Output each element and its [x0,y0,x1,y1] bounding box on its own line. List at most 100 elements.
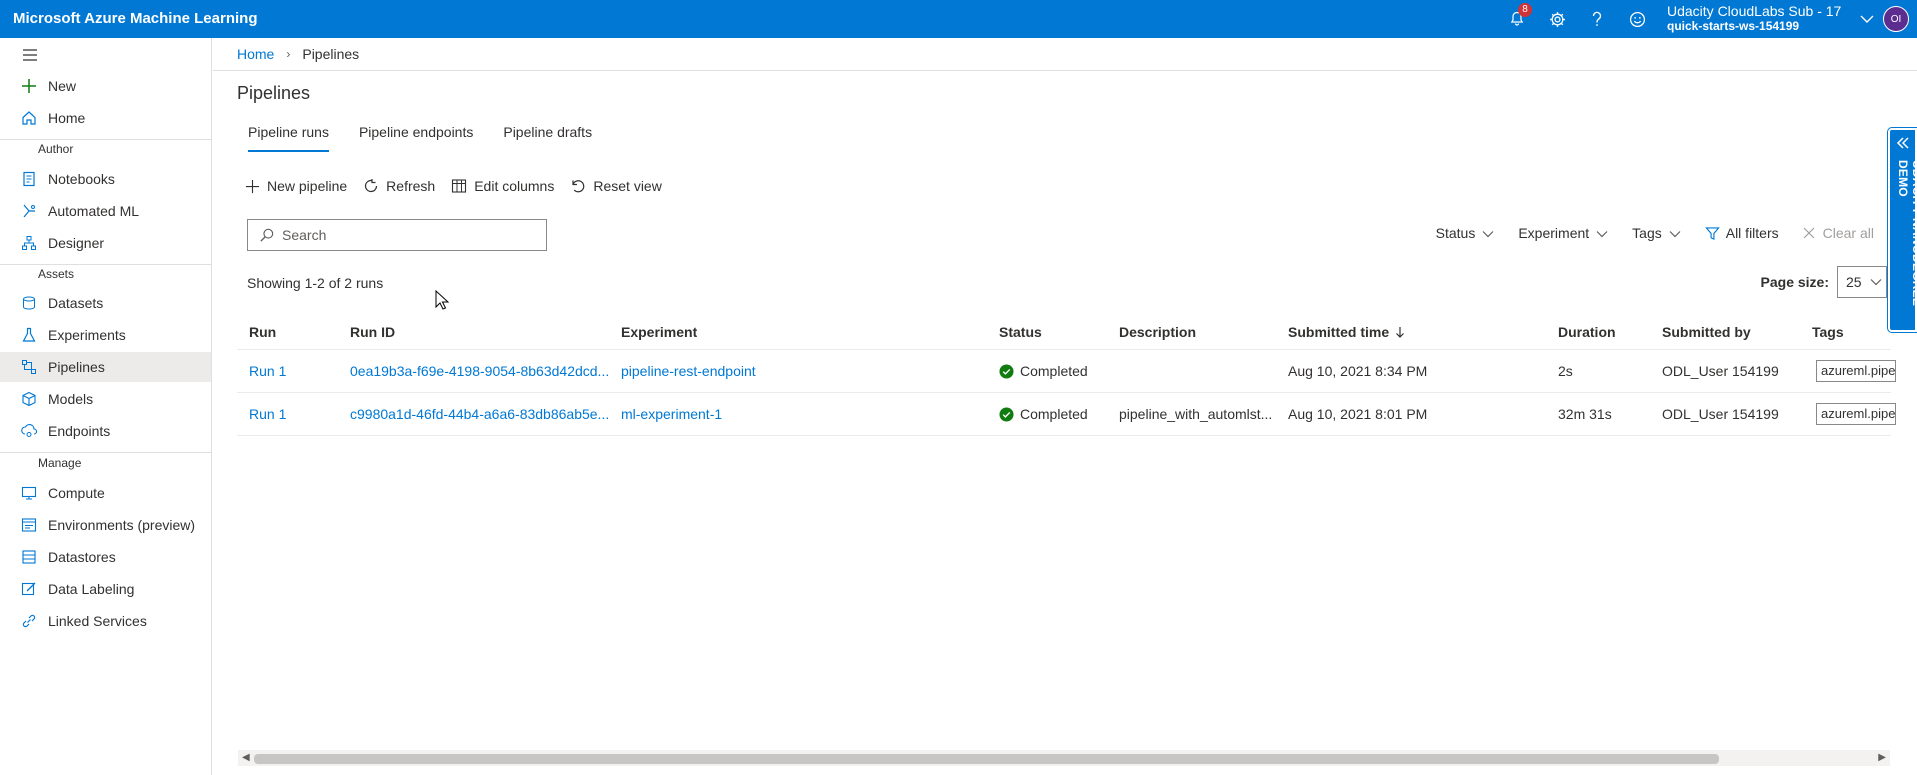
sidebar-item-home[interactable]: Home [0,103,211,133]
environment-icon [20,516,38,534]
edit-columns-button[interactable]: Edit columns [451,178,554,194]
sidebar-item-linked-services[interactable]: Linked Services [0,606,211,636]
column-header-status[interactable]: Status [999,324,1042,340]
reset-view-label: Reset view [593,178,662,194]
search-input[interactable] [282,227,532,243]
sidebar-item-pipelines[interactable]: Pipelines [0,352,211,382]
status-cell: Completed [999,406,1088,422]
tab-pipeline-drafts[interactable]: Pipeline drafts [503,124,592,152]
experiment-filter-dropdown[interactable]: Experiment [1518,225,1608,241]
tab-pipeline-runs[interactable]: Pipeline runs [248,124,329,152]
endpoint-icon [20,422,38,440]
notification-badge: 8 [1518,3,1532,17]
sidebar-item-label: Pipelines [48,359,105,375]
help-button[interactable] [1577,0,1617,38]
search-icon [260,228,274,242]
sidebar-section-author: Author [38,142,74,156]
horizontal-scrollbar[interactable]: ◀ ▶ [238,750,1890,766]
sidebar-item-experiments[interactable]: Experiments [0,320,211,350]
reset-view-button[interactable]: Reset view [570,178,662,194]
scroll-left-icon[interactable]: ◀ [242,752,250,763]
column-header-duration[interactable]: Duration [1558,324,1616,340]
datastore-icon [20,548,38,566]
status-filter-label: Status [1435,225,1476,241]
column-header-description[interactable]: Description [1119,324,1196,340]
sidebar-item-label: Datastores [48,549,116,565]
clear-all-label: Clear all [1822,225,1874,241]
account-switcher[interactable]: Udacity CloudLabs Sub - 17 quick-starts-… [1657,4,1857,34]
scroll-right-icon[interactable]: ▶ [1878,752,1886,763]
run-link[interactable]: Run 1 [249,406,286,422]
sidebar-item-label: Models [48,391,94,407]
new-pipeline-button[interactable]: New pipeline [245,178,347,194]
run-link[interactable]: Run 1 [249,363,286,379]
column-header-experiment[interactable]: Experiment [621,324,697,340]
account-name: Udacity CloudLabs Sub - 17 [1667,3,1842,19]
filter-icon [1704,226,1720,241]
sidebar-item-data-labeling[interactable]: Data Labeling [0,574,211,604]
sidebar-section-manage: Manage [38,456,82,470]
scrollbar-thumb[interactable] [254,754,1719,764]
tags-filter-dropdown[interactable]: Tags [1632,225,1681,241]
chevron-down-icon [1870,278,1882,286]
column-header-run[interactable]: Run [249,324,276,340]
sidebar-item-designer[interactable]: Designer [0,228,211,258]
submitted-time-cell: Aug 10, 2021 8:01 PM [1288,406,1428,422]
breadcrumb-home-link[interactable]: Home [237,46,274,62]
sidebar-divider [0,139,211,140]
run-id-link[interactable]: c9980a1d-46fd-44b4-a6a6-83db86ab5e... [350,406,608,422]
table-row[interactable]: Run 1 0ea19b3a-f69e-4198-9054-8b63d42dcd… [237,350,1896,393]
chevron-down-icon [1669,225,1681,241]
mouse-cursor-icon [435,289,450,313]
table-row[interactable]: Run 1 c9980a1d-46fd-44b4-a6a6-83db86ab5e… [237,393,1896,436]
app-title[interactable]: Microsoft Azure Machine Learning [13,10,257,27]
status-filter-dropdown[interactable]: Status [1436,225,1495,241]
notifications-button[interactable]: 8 [1497,0,1537,38]
experiment-link[interactable]: pipeline-rest-endpoint [621,363,756,379]
avatar[interactable]: OI [1883,6,1909,32]
all-filters-button[interactable]: All filters [1704,225,1779,241]
clear-all-button[interactable]: Clear all [1803,225,1874,241]
sidebar-item-label: Linked Services [48,613,147,629]
column-header-submitted-time[interactable]: Submitted time [1288,324,1405,340]
tag-chip[interactable]: azureml.pipe [1816,360,1896,382]
account-dropdown-button[interactable] [1857,0,1877,38]
tag-chip[interactable]: azureml.pipe [1816,403,1896,425]
settings-button[interactable] [1537,0,1577,38]
plus-icon [245,179,260,194]
results-count: Showing 1-2 of 2 runs [247,275,384,291]
collapse-nav-button[interactable] [22,48,38,65]
column-header-tags[interactable]: Tags [1812,324,1844,340]
tab-pipeline-endpoints[interactable]: Pipeline endpoints [359,124,473,152]
page-size-label: Page size: [1760,274,1829,290]
dataset-icon [20,294,38,312]
sidebar-divider [0,264,211,265]
sidebar-item-notebooks[interactable]: Notebooks [0,164,211,194]
sidebar-item-environments[interactable]: Environments (preview) [0,510,211,540]
feedback-button[interactable] [1617,0,1657,38]
header-divider [213,70,1917,71]
new-pipeline-label: New pipeline [267,178,348,194]
sidebar-item-new[interactable]: New [0,71,211,101]
check-circle-icon [999,363,1014,379]
refresh-button[interactable]: Refresh [363,178,435,194]
page-size-dropdown[interactable]: 25 [1837,266,1887,298]
reset-icon [570,178,586,194]
double-chevron-left-icon [1896,136,1910,152]
sidebar-item-datasets[interactable]: Datasets [0,288,211,318]
column-header-submitted-by[interactable]: Submitted by [1662,324,1751,340]
sidebar-item-label: Home [48,110,86,126]
udacity-panel-label: UDACITY NANODEGREE DEMO [1896,160,1917,307]
experiment-link[interactable]: ml-experiment-1 [621,406,722,422]
sidebar-item-automated-ml[interactable]: Automated ML [0,196,211,226]
sidebar-item-endpoints[interactable]: Endpoints [0,416,211,446]
run-id-link[interactable]: 0ea19b3a-f69e-4198-9054-8b63d42dcd... [350,363,608,379]
udacity-demo-panel-tab[interactable]: UDACITY NANODEGREE DEMO [1888,128,1917,332]
sidebar-item-compute[interactable]: Compute [0,478,211,508]
link-icon [20,612,38,630]
sidebar-item-datastores[interactable]: Datastores [0,542,211,572]
column-header-run-id[interactable]: Run ID [350,324,395,340]
filter-bar: Status Experiment Tags All filters Clear… [1412,225,1874,241]
sidebar-item-label: Designer [48,235,105,251]
sidebar-item-models[interactable]: Models [0,384,211,414]
